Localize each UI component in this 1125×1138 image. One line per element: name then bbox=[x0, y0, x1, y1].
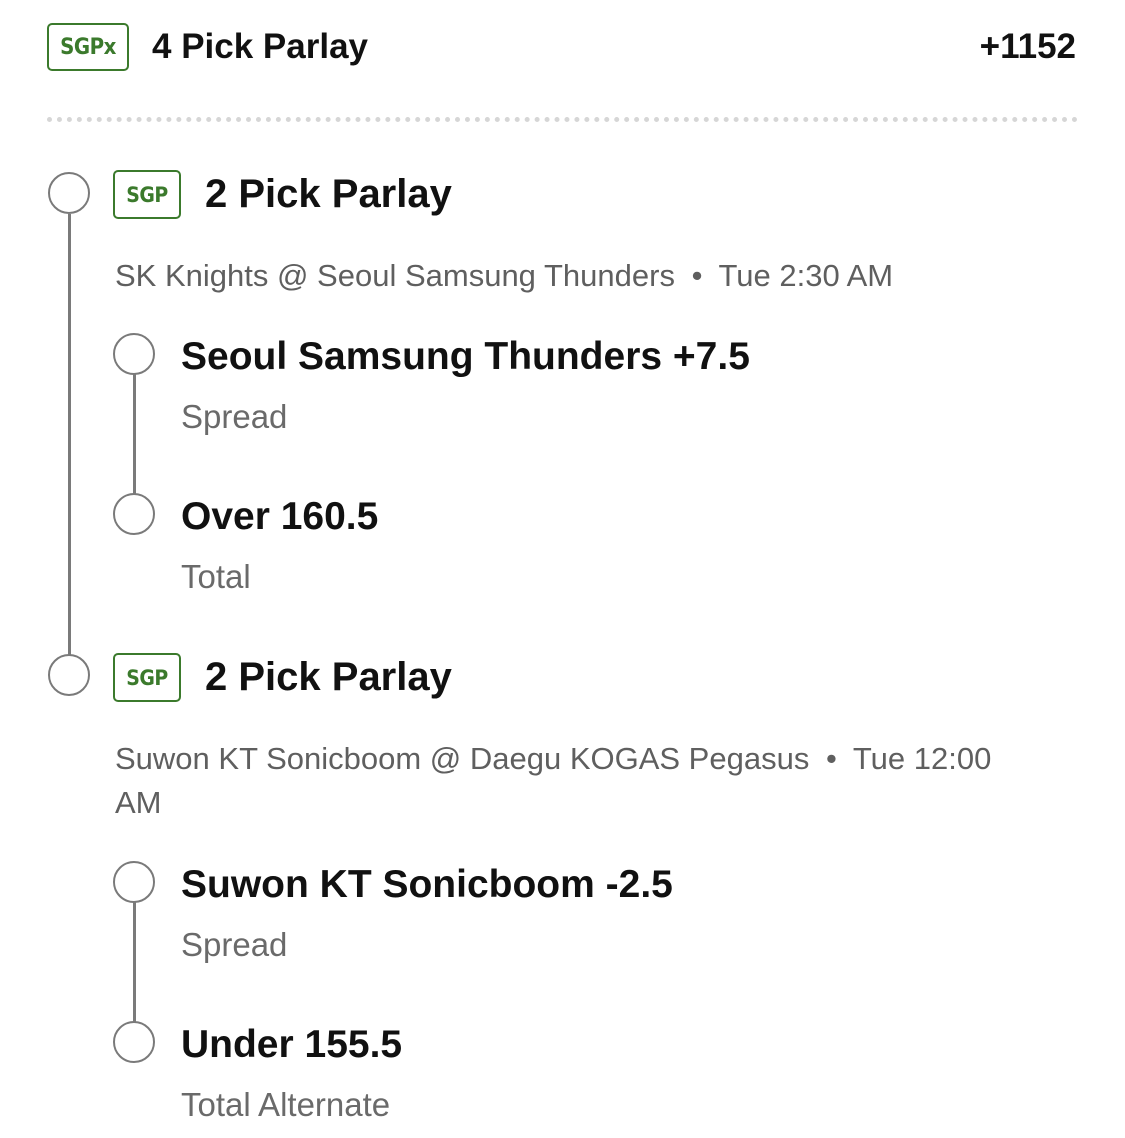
parlay-title: 4 Pick Parlay bbox=[152, 27, 368, 66]
group-2-status-circle-icon bbox=[48, 654, 90, 696]
group-2-sgp-badge-label: SGP bbox=[126, 665, 168, 690]
group-1-time: Tue 2:30 AM bbox=[718, 258, 894, 293]
group-1-legs-line bbox=[133, 374, 136, 494]
group-2-leg-1-status-circle-icon bbox=[113, 861, 155, 903]
group-1-leg-1-selection: Seoul Samsung Thunders +7.5 bbox=[181, 335, 750, 378]
group-1-sgp-badge: SGP bbox=[113, 170, 181, 219]
group-2-leg-2-selection: Under 155.5 bbox=[181, 1023, 403, 1066]
group-1-leg-1-status-circle-icon bbox=[113, 333, 155, 375]
group-2-title: 2 Pick Parlay bbox=[205, 655, 452, 699]
group-1-separator: • bbox=[691, 258, 703, 293]
parlay-odds: +1152 bbox=[979, 27, 1076, 66]
sgpx-badge-label: SGPx bbox=[60, 34, 116, 60]
group-1-sgp-badge-label: SGP bbox=[126, 182, 168, 207]
group-1-title: 2 Pick Parlay bbox=[205, 172, 452, 216]
group-2-matchup: Suwon KT Sonicboom @ Daegu KOGAS Pegasus bbox=[115, 741, 810, 776]
group-1-leg-2-market: Total bbox=[181, 558, 251, 595]
group-2-legs-line bbox=[133, 902, 136, 1022]
group-2-leg-1-market: Spread bbox=[181, 926, 288, 963]
group-2-leg-2-status-circle-icon bbox=[113, 1021, 155, 1063]
group-1-matchup-line: SK Knights @ Seoul Samsung Thunders • Tu… bbox=[115, 254, 995, 298]
group-1-leg-2-selection: Over 160.5 bbox=[181, 495, 379, 538]
group-1-leg-1-market: Spread bbox=[181, 398, 288, 435]
group-2-matchup-line: Suwon KT Sonicboom @ Daegu KOGAS Pegasus… bbox=[115, 737, 995, 825]
group-1-leg-2-status-circle-icon bbox=[113, 493, 155, 535]
sgpx-badge: SGPx bbox=[47, 23, 129, 71]
group-1-matchup: SK Knights @ Seoul Samsung Thunders bbox=[115, 258, 675, 293]
group-2-sgp-badge: SGP bbox=[113, 653, 181, 702]
group-2-separator: • bbox=[825, 741, 837, 776]
group-1-status-circle-icon bbox=[48, 172, 90, 214]
group-2-leg-2-market: Total Alternate bbox=[181, 1086, 391, 1123]
group-2-leg-1-selection: Suwon KT Sonicboom -2.5 bbox=[181, 863, 673, 906]
outer-timeline-line bbox=[68, 214, 71, 659]
divider bbox=[47, 117, 1078, 122]
